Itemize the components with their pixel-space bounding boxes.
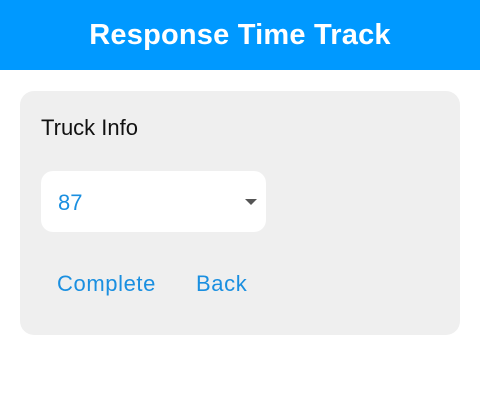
truck-select-value: 87 — [58, 190, 83, 215]
truck-select[interactable]: 87 — [41, 171, 266, 232]
app-header: Response Time Track — [0, 0, 480, 70]
page-title: Response Time Track — [89, 18, 391, 51]
truck-info-card: Truck Info 87 Complete Back — [20, 91, 460, 335]
complete-button[interactable]: Complete — [57, 271, 156, 297]
caret-down-icon — [245, 199, 257, 205]
back-button[interactable]: Back — [196, 271, 247, 297]
card-title: Truck Info — [41, 115, 138, 140]
